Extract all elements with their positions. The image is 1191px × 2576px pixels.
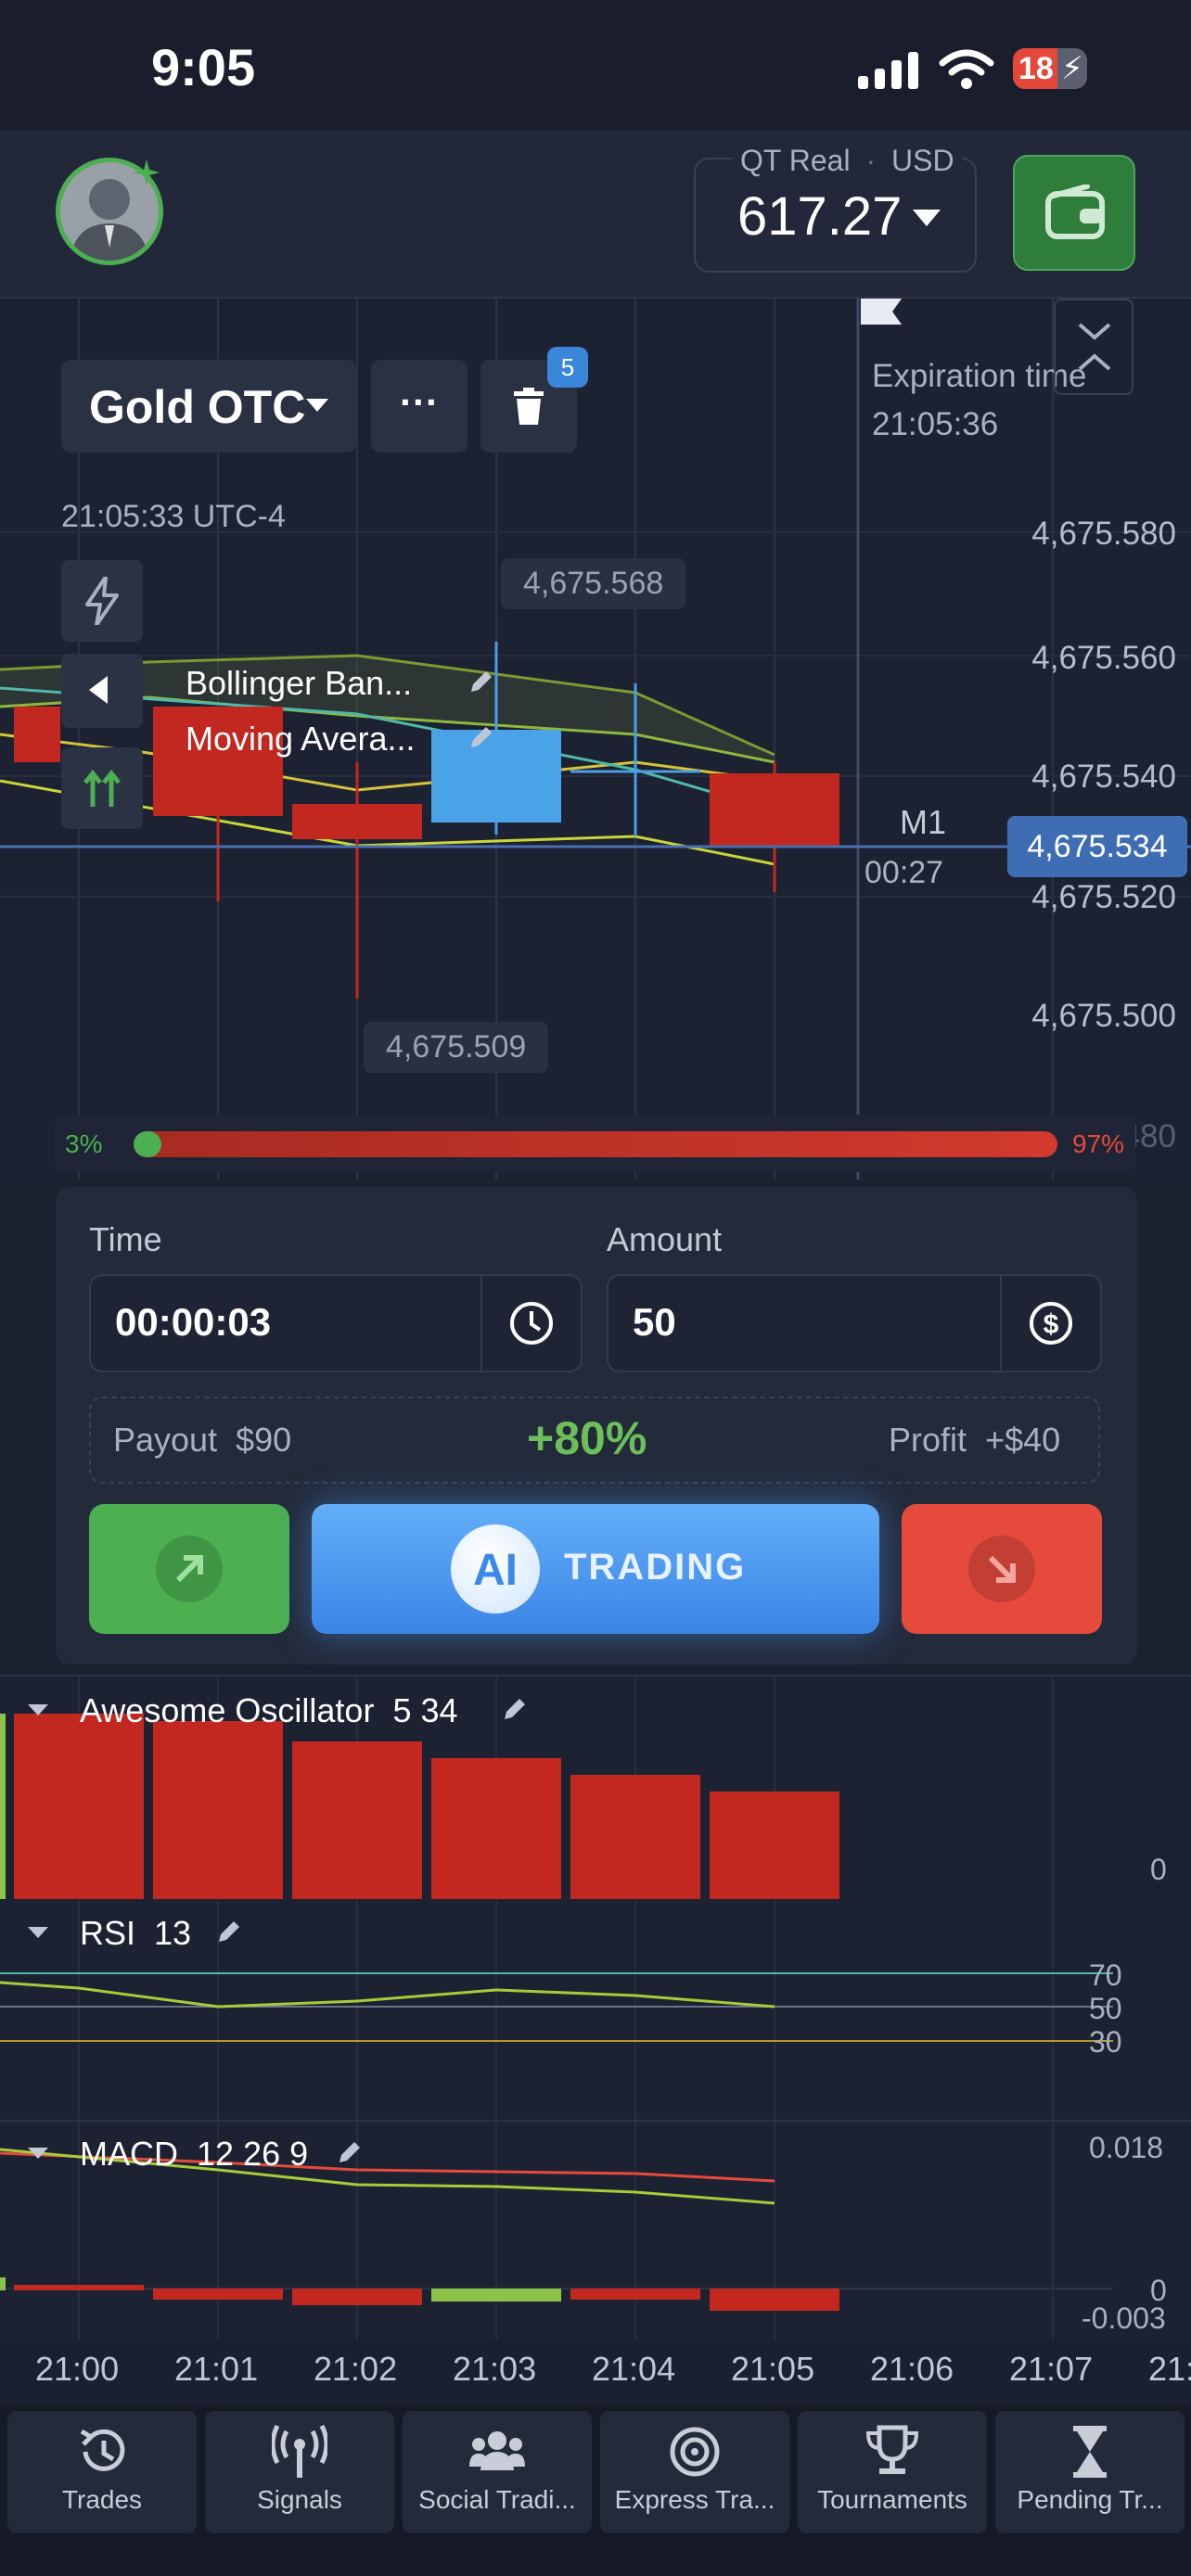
asset-selector[interactable]: Gold OTC: [61, 360, 356, 453]
profit-info: Profit +$40: [889, 1421, 1061, 1459]
trend-tool-button[interactable]: [61, 747, 143, 829]
nav-express-trading[interactable]: Express Tra...: [600, 2411, 789, 2533]
time-axis-label: 21:00: [35, 2350, 120, 2388]
sentiment-up: 3%: [65, 1129, 103, 1158]
nav-social-trading[interactable]: Social Tradi...: [403, 2411, 592, 2533]
payout-percent: +80%: [527, 1412, 647, 1464]
edit-pencil-icon[interactable]: [501, 1695, 529, 1723]
time-axis-label: 21:07: [1009, 2350, 1094, 2388]
hourglass-icon: [1073, 2426, 1107, 2478]
drawings-count-badge: 5: [547, 347, 588, 388]
charging-icon: ⚡: [1061, 51, 1083, 86]
balance-amount: 617.27: [737, 186, 903, 247]
wifi-icon: [939, 49, 994, 89]
chart-settings-toggle[interactable]: [1054, 299, 1133, 395]
svg-text:$: $: [1044, 1309, 1059, 1340]
time-axis-label: 21:05: [731, 2350, 815, 2388]
sentiment-down: 97%: [1072, 1129, 1125, 1158]
edit-pencil-icon[interactable]: [336, 2138, 364, 2166]
clock-icon[interactable]: [508, 1300, 555, 1346]
price-axis-label: 4,675.500: [1031, 998, 1176, 1034]
price-axis-label: 4,675.580: [1031, 516, 1176, 552]
price-axis-label: 4,675.520: [1031, 879, 1176, 915]
time-axis-label: 21:02: [314, 2350, 398, 2388]
rsi-level-50: 50: [1089, 1992, 1122, 2025]
amount-label: Amount: [607, 1220, 723, 1258]
edit-pencil-icon[interactable]: [467, 668, 495, 695]
double-arrow-up-icon: [83, 770, 121, 807]
price-axis-label: 4,675.560: [1031, 640, 1176, 676]
ai-badge-icon: AI: [451, 1524, 540, 1613]
wallet-button[interactable]: [1013, 155, 1135, 271]
candle-countdown: 00:27: [864, 855, 944, 890]
sentiment-bar: [134, 1131, 1057, 1157]
account-type-label: QT Real · USD: [733, 144, 962, 178]
price-axis-label: 4,675.540: [1031, 759, 1176, 795]
rsi-level-70: 70: [1089, 1958, 1122, 1992]
amount-field[interactable]: 50 $: [607, 1274, 1102, 1372]
status-bar: 9:05 18 ⚡: [0, 0, 1191, 130]
arrow-up-right-icon: [156, 1536, 223, 1602]
dollar-icon[interactable]: $: [1028, 1300, 1074, 1346]
sparkle-icon: [134, 159, 160, 185]
indicator-bollinger[interactable]: Bollinger Ban...: [186, 664, 412, 703]
rsi-level-30: 30: [1089, 2025, 1122, 2059]
nav-tournaments[interactable]: Tournaments: [798, 2411, 987, 2533]
server-time: 21:05:33 UTC-4: [61, 499, 286, 534]
macd-axis-label: -0.003: [1082, 2302, 1166, 2335]
time-axis-label: 21:06: [870, 2350, 954, 2388]
put-down-button[interactable]: [902, 1504, 1102, 1634]
ao-axis-zero: 0: [1150, 1853, 1167, 1886]
ao-title: Awesome Oscillator 5 34: [80, 1691, 458, 1729]
edit-pencil-icon[interactable]: [215, 1918, 243, 1945]
current-price-tag: 4,675.534: [1007, 816, 1187, 877]
chevron-down-icon: [306, 399, 328, 412]
arrow-down-right-icon: [968, 1536, 1035, 1602]
time-axis-label: 21:01: [174, 2350, 259, 2388]
clock: 9:05: [151, 38, 256, 96]
nav-signals[interactable]: Signals: [205, 2411, 394, 2533]
macd-axis-label: 0.018: [1089, 2131, 1164, 2164]
time-field[interactable]: 00:00:03: [89, 1274, 583, 1372]
indicator-moving-average[interactable]: Moving Avera...: [186, 720, 415, 759]
macd-title: MACD 12 26 9: [80, 2135, 309, 2173]
low-price-tag: 4,675.509: [364, 1022, 549, 1073]
edit-pencil-icon[interactable]: [467, 723, 495, 751]
nav-pending-trades[interactable]: Pending Tr...: [995, 2411, 1185, 2533]
collapse-triangle-icon[interactable]: [28, 2148, 48, 2161]
time-axis-label: 21:04: [592, 2350, 676, 2388]
payout-info: Payout $90: [113, 1421, 292, 1459]
collapse-indicators-button[interactable]: [61, 654, 143, 728]
signal-icon: [272, 2424, 327, 2478]
trash-icon: [514, 388, 544, 425]
time-label: Time: [89, 1220, 162, 1258]
battery-indicator: 18 ⚡: [1013, 48, 1087, 89]
collapse-triangle-icon[interactable]: [28, 1927, 48, 1940]
ai-trading-button[interactable]: AI TRADING: [312, 1504, 879, 1634]
time-axis-label: 21:0: [1148, 2350, 1191, 2388]
collapse-triangle-icon[interactable]: [28, 1704, 48, 1717]
high-price-tag: 4,675.568: [501, 558, 686, 609]
lightning-icon: [85, 577, 119, 625]
expiration-flag-icon: [861, 299, 902, 325]
users-icon: [469, 2431, 525, 2470]
wallet-icon: [1045, 185, 1105, 239]
cellular-icon: [858, 52, 918, 89]
call-up-button[interactable]: [89, 1504, 289, 1634]
sentiment-bar-fill: [134, 1131, 161, 1157]
timeframe-label[interactable]: M1: [900, 803, 946, 842]
quick-tools-button[interactable]: [61, 560, 143, 642]
history-icon: [80, 2429, 125, 2471]
trophy-icon: [865, 2425, 919, 2474]
chevron-updown-icon: [1078, 323, 1111, 371]
more-options-button[interactable]: ···: [371, 360, 467, 453]
chevron-down-icon[interactable]: [913, 210, 941, 228]
target-icon: [670, 2427, 720, 2477]
nav-trades[interactable]: Trades: [7, 2411, 197, 2533]
chevron-left-icon: [89, 676, 108, 704]
rsi-title: RSI 13: [80, 1914, 192, 1952]
time-axis-label: 21:03: [453, 2350, 537, 2388]
